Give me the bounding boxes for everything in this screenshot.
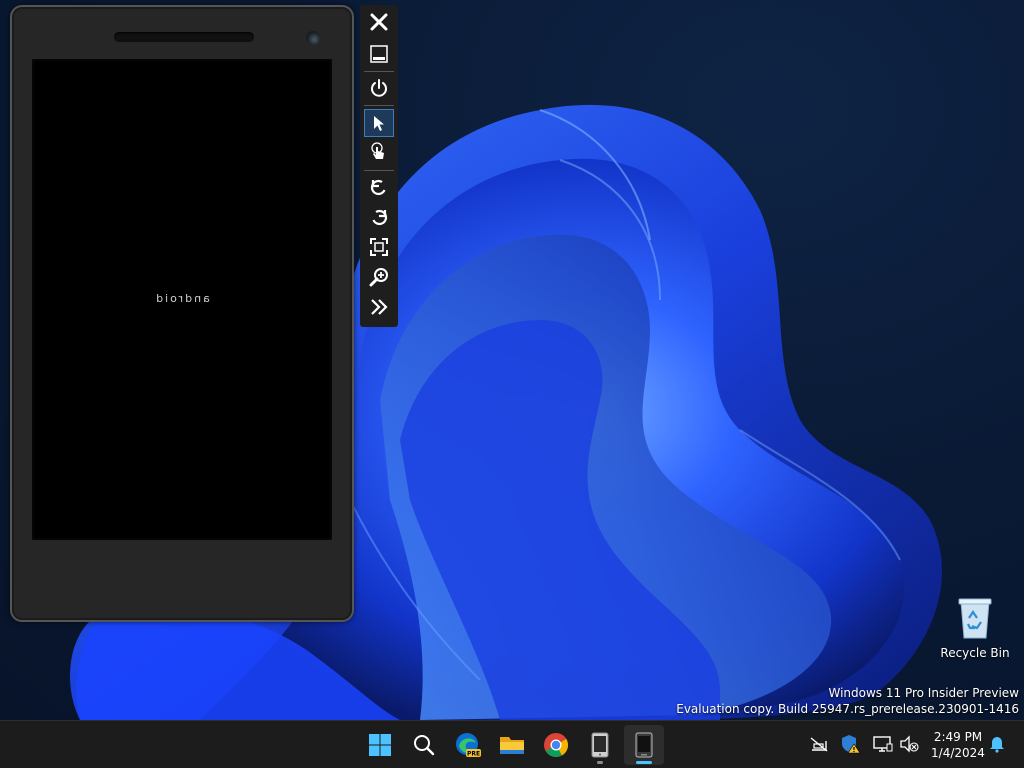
active-indicator bbox=[636, 761, 652, 764]
bell-icon bbox=[990, 737, 1004, 753]
rotate-right-button[interactable] bbox=[364, 203, 394, 231]
shield-warning-icon bbox=[842, 735, 861, 754]
close-button[interactable] bbox=[364, 8, 394, 36]
emulator-toolbar bbox=[360, 5, 398, 327]
running-indicator bbox=[597, 761, 603, 764]
notifications-button[interactable] bbox=[986, 733, 1008, 755]
zoom-button[interactable] bbox=[364, 263, 394, 291]
windows-logo-icon bbox=[369, 734, 391, 756]
android-emulator-window[interactable]: android bbox=[10, 5, 354, 622]
camera-icon bbox=[306, 31, 320, 45]
security-status-button[interactable] bbox=[840, 733, 862, 755]
mouse-input-button[interactable] bbox=[364, 109, 394, 137]
toolbar-divider bbox=[364, 105, 394, 106]
emulator-phone-icon bbox=[635, 732, 653, 758]
touch-input-button[interactable] bbox=[364, 138, 394, 166]
fit-to-screen-button[interactable] bbox=[364, 233, 394, 261]
toolbar-divider bbox=[364, 71, 394, 72]
device-manager-button[interactable] bbox=[580, 725, 620, 765]
taskbar-clock[interactable]: 2:49 PM 1/4/2024 bbox=[926, 729, 990, 761]
double-chevron-right-icon bbox=[371, 299, 388, 315]
toolbar-divider bbox=[364, 170, 394, 171]
display-button[interactable] bbox=[872, 733, 894, 755]
volume-muted-icon bbox=[900, 735, 919, 753]
phone-device-icon bbox=[591, 732, 609, 758]
recycle-bin-label: Recycle Bin bbox=[940, 646, 1010, 660]
fit-screen-icon bbox=[370, 238, 388, 256]
android-boot-logo: android bbox=[154, 292, 210, 305]
power-button[interactable] bbox=[364, 74, 394, 102]
folder-icon bbox=[500, 737, 524, 754]
network-off-icon bbox=[810, 737, 828, 752]
emulator-screen[interactable]: android bbox=[32, 59, 332, 540]
watermark-edition: Windows 11 Pro Insider Preview bbox=[828, 686, 1019, 700]
cursor-arrow-icon bbox=[374, 116, 384, 131]
minimize-icon bbox=[370, 45, 388, 63]
edge-pre-badge: PRE bbox=[467, 751, 480, 758]
rotate-left-button[interactable] bbox=[364, 173, 394, 201]
chrome-button[interactable] bbox=[536, 725, 576, 765]
monitor-icon bbox=[873, 736, 893, 752]
emulator-taskbar-button[interactable] bbox=[624, 725, 664, 765]
network-status-button[interactable] bbox=[808, 733, 830, 755]
recycle-bin-icon bbox=[958, 598, 992, 639]
evaluation-watermark: Windows 11 Pro Insider Preview Evaluatio… bbox=[676, 685, 1019, 717]
more-tools-button[interactable] bbox=[364, 293, 394, 321]
clock-time: 2:49 PM bbox=[933, 730, 983, 744]
taskbar: PRE 2:49 PM 1/4/2024 bbox=[0, 720, 1024, 768]
clock-date: 1/4/2024 bbox=[931, 746, 985, 760]
search-button[interactable] bbox=[404, 725, 444, 765]
power-icon bbox=[371, 79, 387, 97]
zoom-in-icon bbox=[369, 268, 388, 287]
touch-hand-icon bbox=[371, 142, 384, 159]
rotate-right-icon bbox=[372, 209, 388, 226]
desktop: android Recycle Bin Windows 11 Pro Insid… bbox=[0, 0, 1024, 720]
edge-browser-icon: PRE bbox=[456, 733, 481, 758]
start-button[interactable] bbox=[360, 725, 400, 765]
rotate-left-icon bbox=[370, 179, 386, 196]
edge-preview-button[interactable]: PRE bbox=[448, 725, 488, 765]
close-icon bbox=[370, 13, 388, 31]
file-explorer-button[interactable] bbox=[492, 725, 532, 765]
recycle-bin-shortcut[interactable]: Recycle Bin bbox=[940, 596, 1010, 660]
chrome-icon bbox=[544, 733, 569, 758]
device-speaker bbox=[114, 32, 254, 42]
search-icon bbox=[414, 735, 435, 756]
volume-button[interactable] bbox=[898, 733, 920, 755]
watermark-build: Evaluation copy. Build 25947.rs_prerelea… bbox=[676, 702, 1019, 716]
minimize-button[interactable] bbox=[364, 40, 394, 68]
